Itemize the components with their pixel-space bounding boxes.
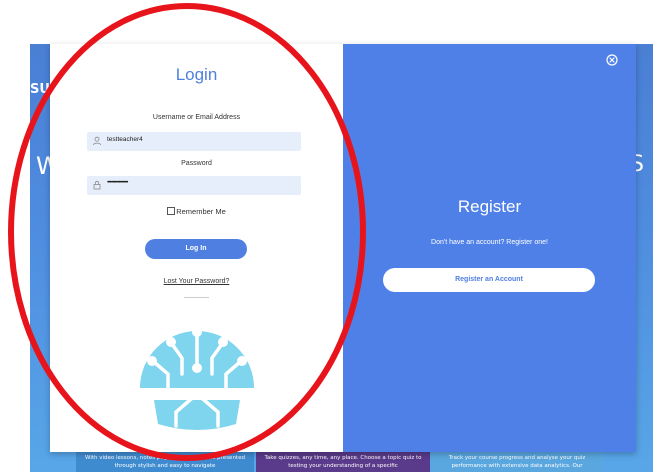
login-panel: Login Username or Email Address testteac… [50,44,343,452]
remember-checkbox[interactable] [167,207,176,215]
username-label: Username or Email Address [152,114,241,121]
password-value: •••••••••••••••• [107,179,128,186]
remember-label: Remember Me [176,207,226,216]
register-panel: Register Don't have an account? Register… [343,44,636,452]
feature-card-quizzes: Take quizzes, any time, any place. Choos… [256,452,430,472]
feature-card-lessons: With video lessons, notes pages and flas… [76,452,254,472]
lost-password-link[interactable]: Lost Your Password? [50,278,343,285]
user-icon [93,136,101,146]
login-title: Login [175,65,218,84]
username-field[interactable]: testteacher4 [87,132,301,151]
username-value: testteacher4 [107,136,143,143]
close-icon[interactable] [606,54,618,66]
login-button[interactable]: Log In [145,239,247,259]
register-button[interactable]: Register an Account [383,268,595,292]
brain-circuit-logo [140,327,254,430]
register-prompt: Don't have an account? Register one! [431,239,548,246]
divider [184,297,209,298]
password-field[interactable]: •••••••••••••••• [87,176,301,195]
feature-card-progress: Track your course progress and analyse y… [431,452,603,472]
background-header-fragment: SU [30,82,50,97]
register-title: Register [457,197,522,216]
login-register-modal: Login Username or Email Address testteac… [50,44,636,452]
remember-me[interactable]: Remember Me [50,207,343,216]
password-label: Password [181,160,212,167]
lock-icon [93,180,101,190]
